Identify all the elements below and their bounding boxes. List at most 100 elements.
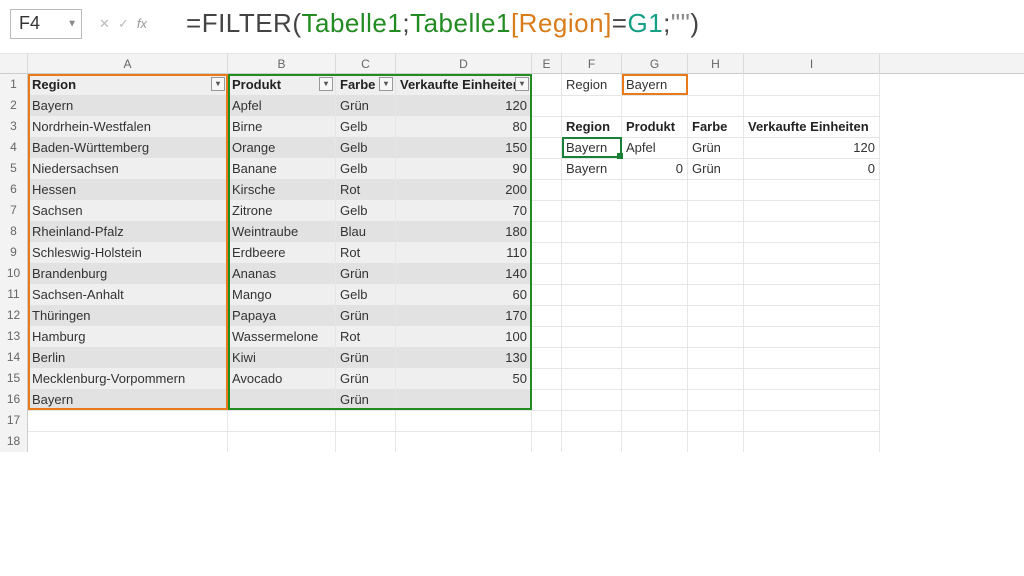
cell[interactable] (28, 410, 228, 432)
cell[interactable] (396, 410, 532, 432)
cell[interactable] (744, 221, 880, 243)
cell[interactable] (688, 263, 744, 285)
cell[interactable] (688, 389, 744, 411)
cell[interactable]: Verkaufte Einheiten▾ (396, 74, 532, 96)
cell[interactable] (622, 389, 688, 411)
col-header-F[interactable]: F (562, 54, 622, 74)
cell[interactable] (532, 95, 562, 117)
row-header[interactable]: 8 (0, 221, 28, 243)
accept-icon[interactable]: ✓ (118, 16, 129, 32)
cell[interactable] (228, 431, 336, 452)
cell[interactable]: Erdbeere (228, 242, 336, 264)
row-header[interactable]: 2 (0, 95, 28, 117)
cell[interactable] (532, 410, 562, 432)
cell[interactable]: Mango (228, 284, 336, 306)
col-header-E[interactable]: E (532, 54, 562, 74)
cell[interactable]: Rot (336, 326, 396, 348)
cell[interactable]: Blau (336, 221, 396, 243)
row-header[interactable]: 14 (0, 347, 28, 369)
row-header[interactable]: 13 (0, 326, 28, 348)
cell[interactable]: 70 (396, 200, 532, 222)
cell[interactable]: Bayern (28, 389, 228, 411)
cell[interactable]: Rot (336, 242, 396, 264)
cell[interactable]: Gelb (336, 284, 396, 306)
cell[interactable] (622, 431, 688, 452)
cell[interactable]: Avocado (228, 368, 336, 390)
cell[interactable]: Grün (336, 263, 396, 285)
cell[interactable]: Papaya (228, 305, 336, 327)
cancel-icon[interactable]: ✕ (99, 16, 110, 32)
col-header-I[interactable]: I (744, 54, 880, 74)
cell[interactable] (622, 179, 688, 201)
cell[interactable]: Orange (228, 137, 336, 159)
cell[interactable]: Sachsen-Anhalt (28, 284, 228, 306)
cell[interactable]: 100 (396, 326, 532, 348)
cell[interactable]: Grün (336, 368, 396, 390)
cell[interactable] (532, 326, 562, 348)
cell[interactable] (562, 179, 622, 201)
cell[interactable] (622, 200, 688, 222)
row-header[interactable]: 17 (0, 410, 28, 432)
cell[interactable]: Brandenburg (28, 263, 228, 285)
cell[interactable]: Weintraube (228, 221, 336, 243)
cell[interactable] (622, 242, 688, 264)
cell[interactable] (562, 242, 622, 264)
cell[interactable]: Apfel (622, 137, 688, 159)
cell[interactable] (532, 158, 562, 180)
chevron-down-icon[interactable]: ▼ (67, 18, 77, 29)
cell[interactable] (562, 368, 622, 390)
cell[interactable] (688, 305, 744, 327)
cell[interactable] (532, 431, 562, 452)
cell[interactable]: 180 (396, 221, 532, 243)
cell[interactable] (562, 284, 622, 306)
cell[interactable] (622, 305, 688, 327)
cell[interactable] (228, 410, 336, 432)
cell[interactable]: Bayern (28, 95, 228, 117)
cell[interactable]: 120 (744, 137, 880, 159)
row-header[interactable]: 6 (0, 179, 28, 201)
cell[interactable]: Produkt▾ (228, 74, 336, 96)
cell[interactable] (688, 95, 744, 117)
cell[interactable]: Bayern (622, 74, 688, 96)
cell[interactable]: 130 (396, 347, 532, 369)
col-header-D[interactable]: D (396, 54, 532, 74)
cell[interactable] (562, 431, 622, 452)
cell[interactable] (336, 410, 396, 432)
cell[interactable]: Gelb (336, 116, 396, 138)
cell[interactable]: Farbe▾ (336, 74, 396, 96)
cell[interactable] (396, 389, 532, 411)
col-header-C[interactable]: C (336, 54, 396, 74)
cell[interactable] (532, 263, 562, 285)
cell[interactable]: Kiwi (228, 347, 336, 369)
cell[interactable] (744, 179, 880, 201)
cell[interactable] (532, 74, 562, 96)
formula-display[interactable]: = FILTER ( Tabelle1 ; Tabelle1 [Region] … (186, 8, 700, 39)
cell[interactable]: Mecklenburg-Vorpommern (28, 368, 228, 390)
cell[interactable] (688, 242, 744, 264)
cell[interactable] (744, 242, 880, 264)
cell[interactable]: Gelb (336, 158, 396, 180)
cell[interactable]: Verkaufte Einheiten (744, 116, 880, 138)
cell[interactable]: Nordrhein-Westfalen (28, 116, 228, 138)
cell[interactable] (744, 200, 880, 222)
cell[interactable]: Region (562, 74, 622, 96)
cell[interactable]: 80 (396, 116, 532, 138)
cell[interactable] (532, 221, 562, 243)
cell[interactable]: Birne (228, 116, 336, 138)
cell[interactable]: Zitrone (228, 200, 336, 222)
cell[interactable] (28, 431, 228, 452)
col-header-B[interactable]: B (228, 54, 336, 74)
row-header[interactable]: 12 (0, 305, 28, 327)
cell[interactable]: Region▾ (28, 74, 228, 96)
row-header[interactable]: 15 (0, 368, 28, 390)
row-header[interactable]: 3 (0, 116, 28, 138)
cell[interactable] (532, 347, 562, 369)
cell[interactable]: Bayern (562, 158, 622, 180)
cell[interactable]: Rheinland-Pfalz (28, 221, 228, 243)
row-header[interactable]: 4 (0, 137, 28, 159)
cell[interactable]: Grün (336, 347, 396, 369)
cell[interactable] (396, 431, 532, 452)
cell[interactable]: Thüringen (28, 305, 228, 327)
cell[interactable]: Grün (336, 305, 396, 327)
cell[interactable] (562, 263, 622, 285)
